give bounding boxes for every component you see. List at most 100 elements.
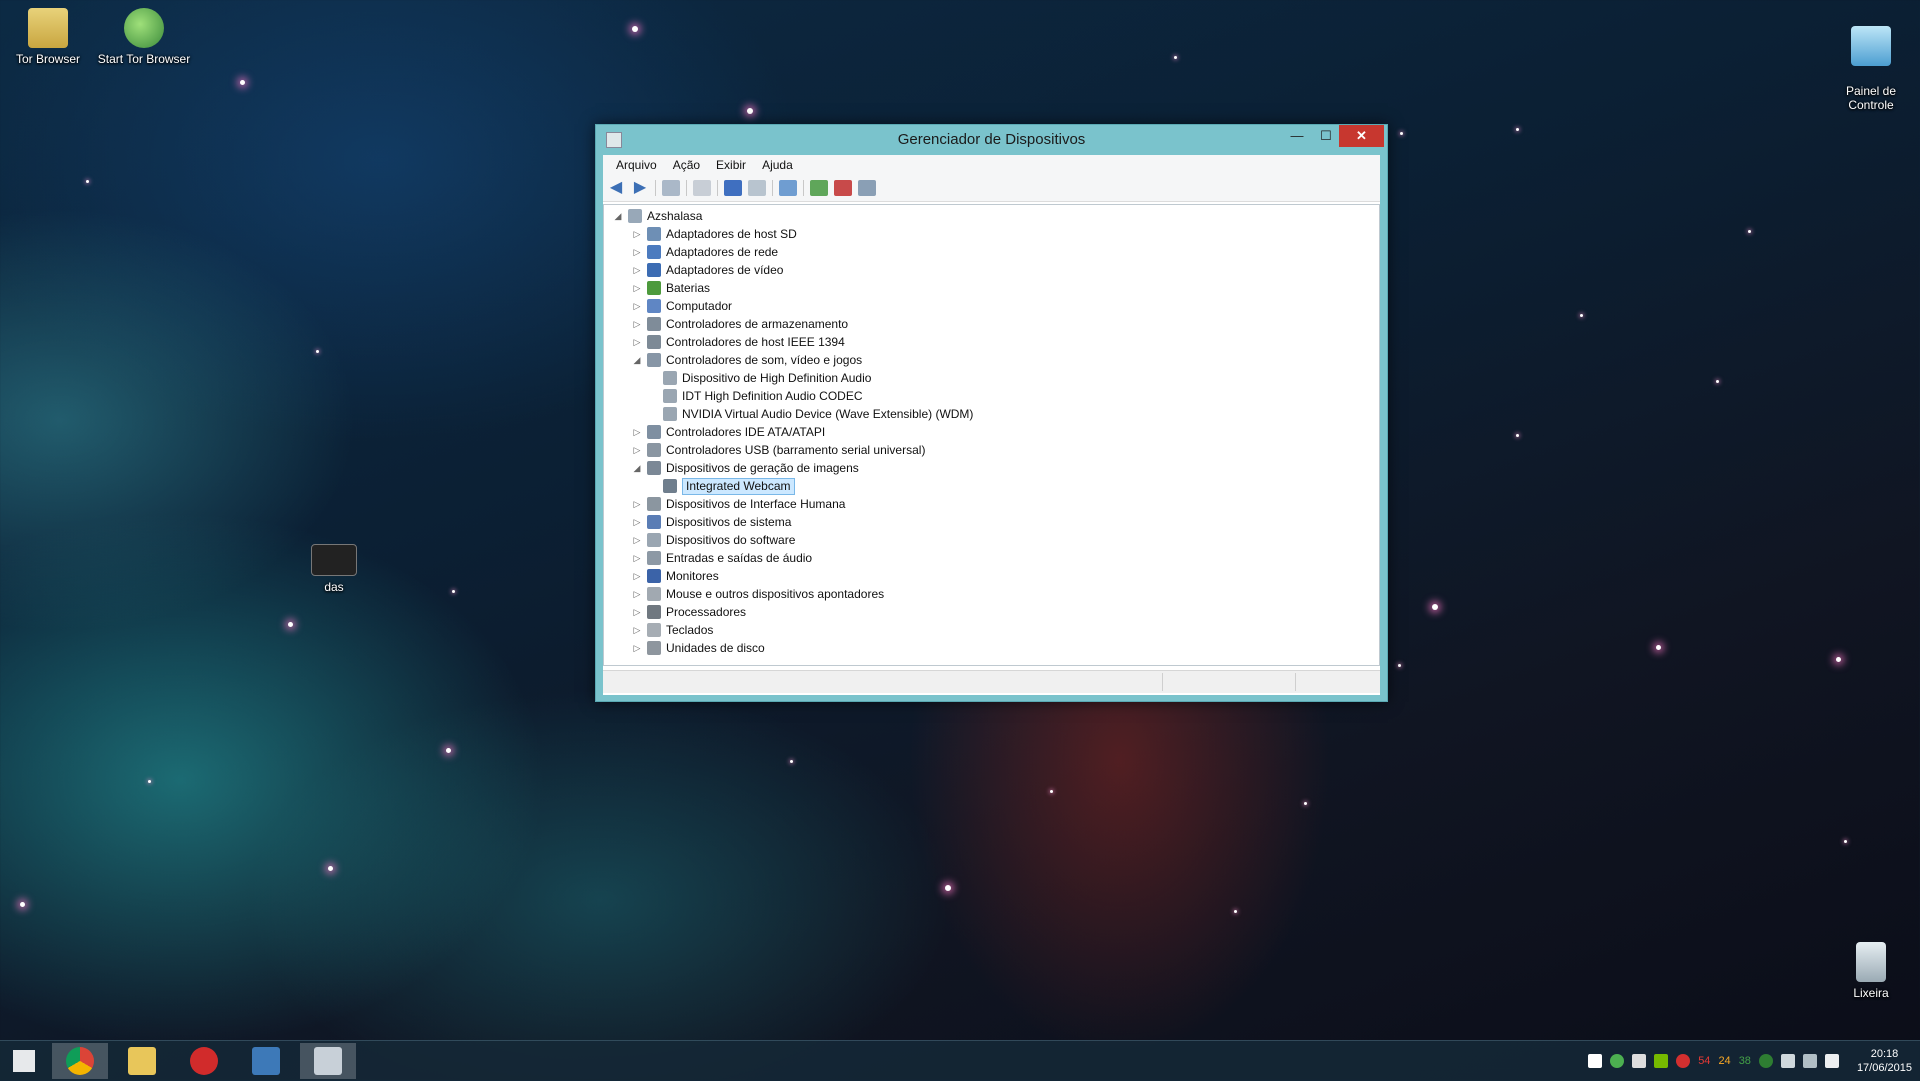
tree-category[interactable]: ▷ Mouse e outros dispositivos apontadores	[631, 585, 884, 603]
tree-category[interactable]: ▷ Dispositivos de Interface Humana	[631, 495, 845, 513]
device-icon	[647, 245, 661, 259]
menu-acao[interactable]: Ação	[665, 158, 708, 172]
tree-item-label: Computador	[666, 299, 733, 313]
expand-arrow-icon[interactable]: ▷	[631, 495, 643, 513]
tree-category[interactable]: ◢ Controladores de som, vídeo e jogos	[631, 351, 862, 369]
tree-device[interactable]: Integrated Webcam	[647, 477, 795, 495]
tree-category[interactable]: ▷ Unidades de disco	[631, 639, 765, 657]
collapse-arrow-icon[interactable]: ◢	[631, 351, 643, 369]
device-icon	[663, 407, 677, 421]
taskbar-app-t[interactable]	[176, 1043, 232, 1079]
device-icon	[647, 641, 661, 655]
flag-icon[interactable]	[1632, 1054, 1647, 1068]
action-pane-icon[interactable]	[748, 180, 766, 196]
tree-category[interactable]: ▷ Teclados	[631, 621, 713, 639]
taskbar-app-device-manager[interactable]	[300, 1043, 356, 1079]
expand-arrow-icon[interactable]: ▷	[631, 621, 643, 639]
expand-arrow-icon[interactable]: ▷	[631, 603, 643, 621]
tree-category[interactable]: ▷ Controladores USB (barramento serial un…	[631, 441, 925, 459]
tree-category[interactable]: ▷ Entradas e saídas de áudio	[631, 549, 812, 567]
network-icon[interactable]	[1780, 1054, 1795, 1068]
desktop-icon-control-panel[interactable]: Painel de Controle	[1823, 12, 1919, 126]
desktop-icon-das[interactable]: das	[286, 544, 382, 594]
tree-item-label: Dispositivos do software	[666, 533, 796, 547]
forward-icon[interactable]: ▶	[631, 180, 649, 196]
menu-ajuda[interactable]: Ajuda	[754, 158, 801, 172]
tree-device[interactable]: NVIDIA Virtual Audio Device (Wave Extens…	[647, 405, 973, 423]
alert-icon[interactable]	[1676, 1054, 1691, 1068]
disable-device-icon[interactable]	[858, 180, 876, 196]
tree-category[interactable]: ▷ Computador	[631, 297, 732, 315]
expand-arrow-icon[interactable]: ▷	[631, 261, 643, 279]
expand-arrow-icon[interactable]: ▷	[631, 549, 643, 567]
start-button[interactable]	[0, 1043, 48, 1079]
desktop-icon-tor-browser[interactable]: Tor Browser	[0, 8, 96, 66]
expand-arrow-icon[interactable]: ▷	[631, 315, 643, 333]
clock[interactable]: 20:18 17/06/2015	[1857, 1047, 1912, 1075]
tree-item-label: Adaptadores de host SD	[666, 227, 797, 241]
tree-category[interactable]: ◢ Dispositivos de geração de imagens	[631, 459, 859, 477]
expand-arrow-icon[interactable]: ▷	[631, 423, 643, 441]
expand-arrow-icon[interactable]: ▷	[631, 441, 643, 459]
tree-category[interactable]: ▷ Monitores	[631, 567, 719, 585]
tree-category[interactable]: ▷ Processadores	[631, 603, 746, 621]
cloud-icon[interactable]	[1758, 1054, 1773, 1068]
windows-tray-icon[interactable]	[1588, 1054, 1603, 1068]
tree-device[interactable]: IDT High Definition Audio CODEC	[647, 387, 863, 405]
device-manager-window[interactable]: Gerenciador de Dispositivos — ☐ ✕ Arquiv…	[595, 124, 1388, 702]
shield-icon[interactable]	[1610, 1054, 1625, 1068]
expand-arrow-icon[interactable]: ▷	[631, 225, 643, 243]
expand-arrow-icon[interactable]: ▷	[631, 531, 643, 549]
expand-arrow-icon[interactable]: ▷	[631, 297, 643, 315]
title-bar[interactable]: Gerenciador de Dispositivos — ☐ ✕	[596, 125, 1387, 155]
menu-exibir[interactable]: Exibir	[708, 158, 754, 172]
minimize-button[interactable]: —	[1282, 125, 1312, 147]
expand-arrow-icon[interactable]: ▷	[631, 513, 643, 531]
back-icon[interactable]: ◀	[607, 180, 625, 196]
help-icon[interactable]	[724, 180, 742, 196]
collapse-arrow-icon[interactable]: ◢	[631, 459, 643, 477]
close-button[interactable]: ✕	[1339, 125, 1384, 147]
tree-category[interactable]: ▷ Adaptadores de host SD	[631, 225, 797, 243]
tree-category[interactable]: ▷ Adaptadores de rede	[631, 243, 778, 261]
clock-time: 20:18	[1870, 1048, 1899, 1060]
tree-item-label: Dispositivos de sistema	[666, 515, 792, 529]
collapse-arrow-icon[interactable]: ◢	[612, 207, 624, 225]
menu-arquivo[interactable]: Arquivo	[608, 158, 665, 172]
tree-category[interactable]: ▷ Controladores de armazenamento	[631, 315, 848, 333]
expand-arrow-icon[interactable]: ▷	[631, 243, 643, 261]
nvidia-icon[interactable]	[1654, 1054, 1669, 1068]
tree-category[interactable]: ▷ Dispositivos de sistema	[631, 513, 791, 531]
taskbar-app-file-explorer[interactable]	[114, 1043, 170, 1079]
expand-arrow-icon[interactable]: ▷	[631, 333, 643, 351]
status-cell	[1295, 673, 1296, 691]
uninstall-device-icon[interactable]	[834, 180, 852, 196]
taskbar-app-chrome[interactable]	[52, 1043, 108, 1079]
update-driver-icon[interactable]	[810, 180, 828, 196]
tree-category[interactable]: ▷ Dispositivos do software	[631, 531, 795, 549]
scan-hardware-icon[interactable]	[779, 180, 797, 196]
device-tree[interactable]: ◢ Azshalasa ▷ Adaptadores de host SD ▷ Adap…	[603, 204, 1380, 666]
taskbar-app-visual-studio[interactable]	[238, 1043, 294, 1079]
tree-category[interactable]: ▷ Baterias	[631, 279, 710, 297]
tree-root[interactable]: ◢ Azshalasa	[612, 207, 702, 225]
monitor-icon[interactable]	[1802, 1054, 1817, 1068]
expand-arrow-icon[interactable]: ▷	[631, 639, 643, 657]
tree-item-label: IDT High Definition Audio CODEC	[682, 389, 863, 403]
toolbar-separator	[772, 180, 773, 196]
expand-arrow-icon[interactable]: ▷	[631, 567, 643, 585]
tree-category[interactable]: ▷ Adaptadores de vídeo	[631, 261, 783, 279]
volume-icon[interactable]	[1824, 1054, 1839, 1068]
desktop-icon-recycle-bin[interactable]: Lixeira	[1823, 942, 1919, 1000]
properties-icon[interactable]	[693, 180, 711, 196]
expand-arrow-icon[interactable]: ▷	[631, 279, 643, 297]
show-hide-console-tree-icon[interactable]	[662, 180, 680, 196]
desktop-icon-label: das	[324, 580, 344, 594]
tree-category[interactable]: ▷ Controladores IDE ATA/ATAPI	[631, 423, 825, 441]
desktop-icon-start-tor-browser[interactable]: Start Tor Browser	[96, 8, 192, 66]
tree-category[interactable]: ▷ Controladores de host IEEE 1394	[631, 333, 845, 351]
device-icon	[647, 569, 661, 583]
expand-arrow-icon[interactable]: ▷	[631, 585, 643, 603]
maximize-button[interactable]: ☐	[1311, 125, 1341, 147]
tree-device[interactable]: Dispositivo de High Definition Audio	[647, 369, 871, 387]
